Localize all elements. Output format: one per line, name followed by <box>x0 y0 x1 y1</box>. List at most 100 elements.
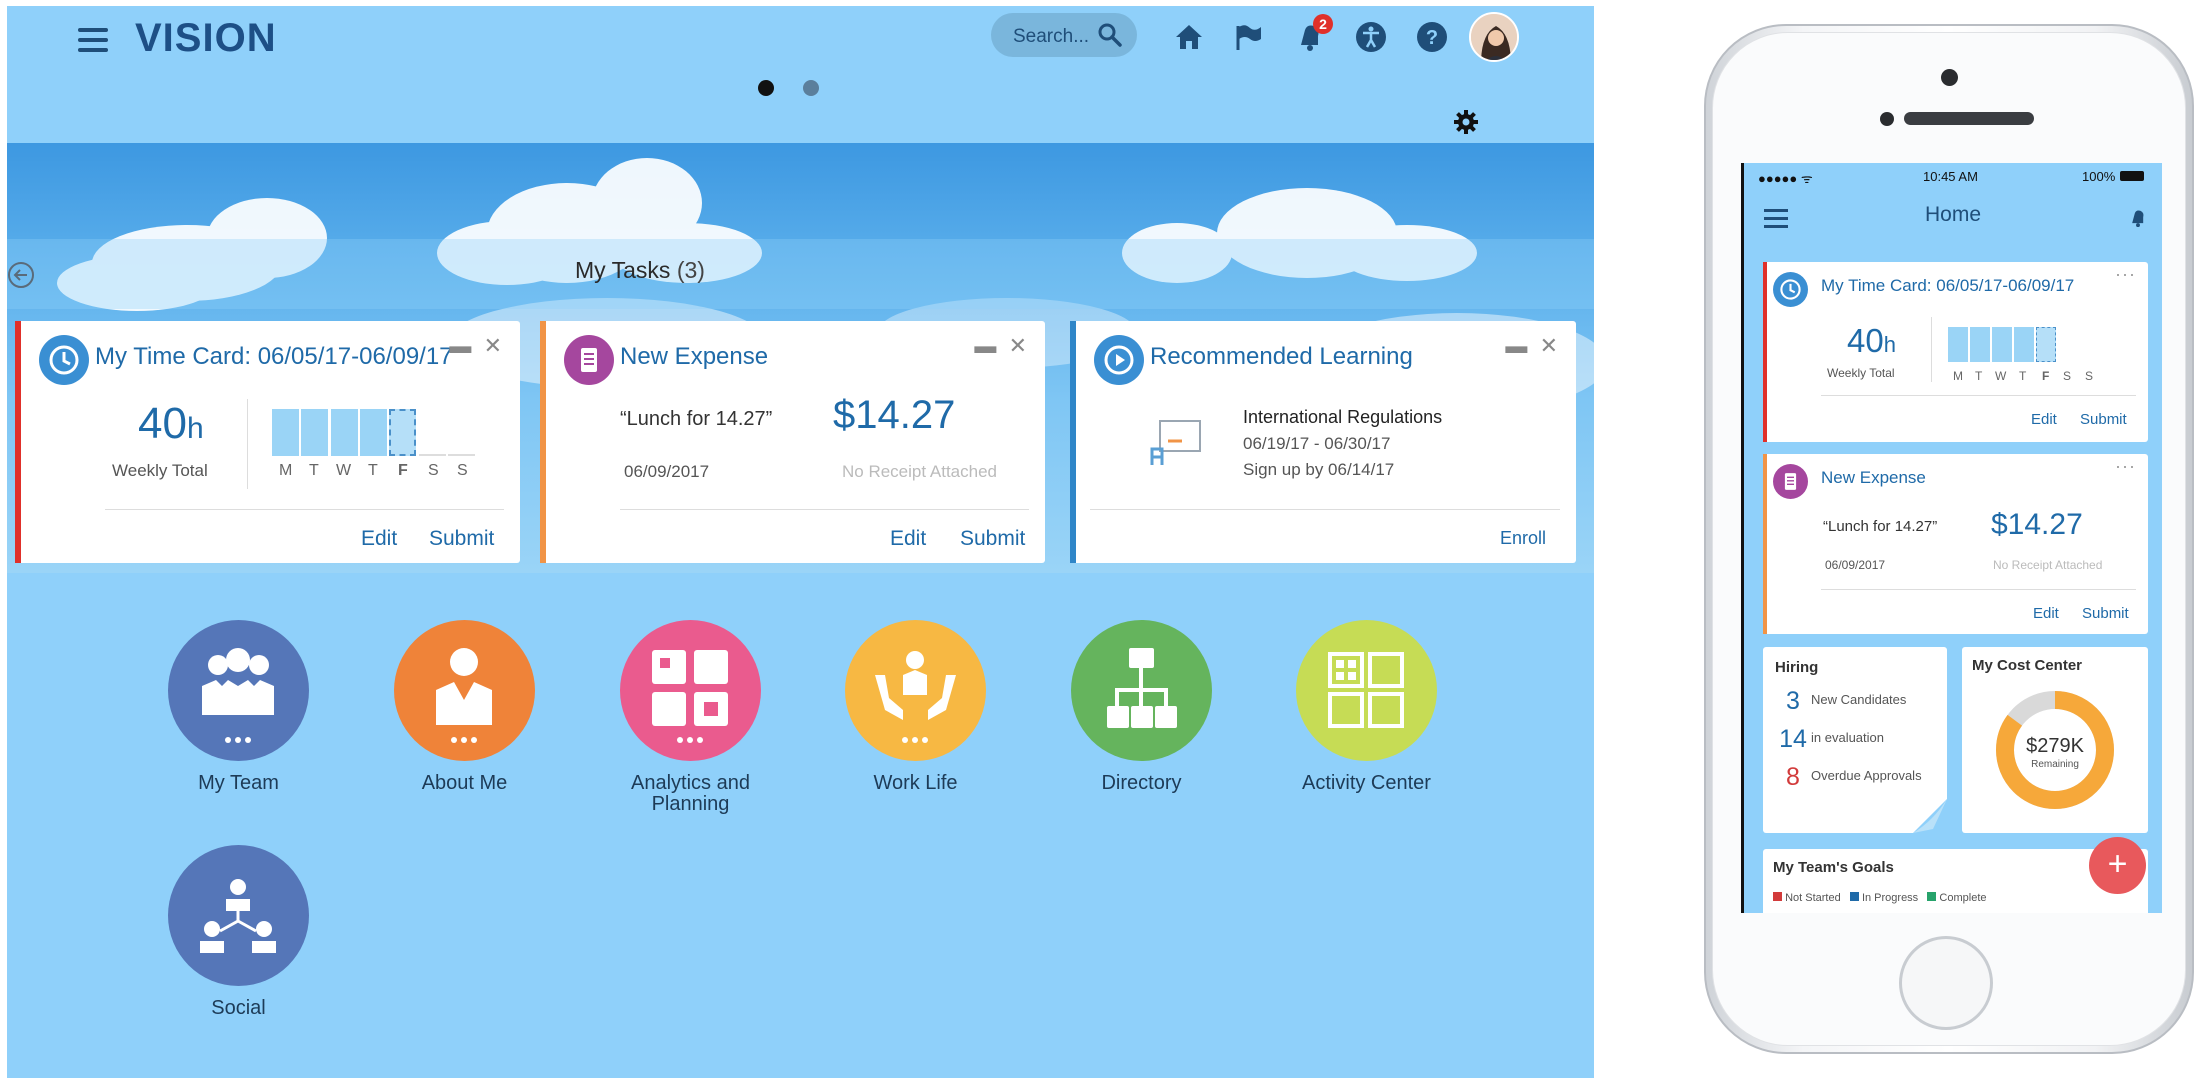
gear-icon[interactable] <box>1453 109 1479 135</box>
phone-expense-card[interactable]: New Expense ··· “Lunch for 14.27” $14.27… <box>1763 454 2148 634</box>
close-icon[interactable]: ✕ <box>1540 333 1558 358</box>
expense-description: “Lunch for 14.27” <box>620 408 773 430</box>
day-bar[interactable] <box>360 409 387 456</box>
page-indicator <box>758 80 848 101</box>
launcher-activity-center[interactable]: Activity Center <box>1296 620 1437 794</box>
phone-time-card[interactable]: My Time Card: 06/05/17-06/09/17 ··· 40h … <box>1763 262 2148 442</box>
home-button[interactable] <box>1899 936 1993 1030</box>
day-bar[interactable] <box>272 409 299 456</box>
day-bar[interactable] <box>331 409 358 456</box>
launcher-directory[interactable]: Directory <box>1071 620 1212 794</box>
course-signup-deadline: Sign up by 06/14/17 <box>1243 460 1395 479</box>
folder-icon[interactable]: ▬ <box>449 333 471 358</box>
hiring-value: 8 <box>1786 763 1800 791</box>
expense-submit-button[interactable]: Submit <box>960 527 1025 551</box>
page-dot-active[interactable] <box>758 80 774 96</box>
day-bar-current[interactable] <box>389 409 416 456</box>
more-options-icon[interactable]: ··· <box>2115 264 2136 285</box>
front-camera-icon <box>1941 69 1958 86</box>
hiring-row[interactable]: 14 in evaluation <box>1775 725 1884 754</box>
expense-amount: $14.27 <box>833 393 956 437</box>
notifications-button[interactable]: 2 <box>1293 14 1333 54</box>
my-tasks-count: (3) <box>676 257 705 283</box>
add-button[interactable]: + <box>2089 837 2146 894</box>
about-me-tile[interactable] <box>394 620 535 761</box>
activity-center-tile[interactable] <box>1296 620 1437 761</box>
expense-card[interactable]: New Expense ▬ ✕ “Lunch for 14.27” $14.27… <box>540 321 1045 563</box>
folder-icon[interactable]: ▬ <box>974 333 996 358</box>
status-time: 10:45 AM <box>1923 169 1978 184</box>
time-card-title[interactable]: My Time Card: 06/05/17-06/09/17 <box>95 343 453 371</box>
launcher-about-me[interactable]: About Me <box>394 620 535 794</box>
user-avatar[interactable] <box>1469 12 1519 62</box>
folder-icon[interactable]: ▬ <box>1505 333 1527 358</box>
day-bar-current[interactable] <box>2036 327 2056 362</box>
more-options-icon[interactable]: ··· <box>2115 456 2136 477</box>
day-bar[interactable] <box>301 409 328 456</box>
phone-time-card-title[interactable]: My Time Card: 06/05/17-06/09/17 <box>1821 276 2074 296</box>
phone-edit-button[interactable]: Edit <box>2031 411 2057 428</box>
hiring-value: 14 <box>1779 725 1807 753</box>
my-team-tile[interactable] <box>168 620 309 761</box>
day-bar[interactable] <box>1970 327 1990 362</box>
time-card-edit-button[interactable]: Edit <box>361 527 397 551</box>
learning-card[interactable]: Recommended Learning ▬ ✕ International R… <box>1070 321 1576 563</box>
day-bar[interactable] <box>2014 327 2034 362</box>
legend-label: Complete <box>1939 892 1987 904</box>
hiring-widget[interactable]: Hiring 3 New Candidates 14 in evaluation 8… <box>1763 647 1947 833</box>
expense-card-title[interactable]: New Expense <box>620 343 768 371</box>
launcher-social[interactable]: Social <box>168 845 309 1019</box>
phone-bell-icon[interactable] <box>2127 207 2149 229</box>
back-arrow-icon[interactable] <box>7 261 35 289</box>
expense-edit-button[interactable]: Edit <box>890 527 926 551</box>
hiring-row[interactable]: 3 New Candidates <box>1775 687 1906 716</box>
phone-submit-button[interactable]: Submit <box>2080 411 2127 428</box>
phone-expense-edit-button[interactable]: Edit <box>2033 605 2059 622</box>
day-bar[interactable] <box>1948 327 1968 362</box>
notification-badge: 2 <box>1313 14 1333 34</box>
accessibility-icon[interactable] <box>1354 20 1388 54</box>
launcher-work-life[interactable]: Work Life <box>845 620 986 794</box>
course-title[interactable]: International Regulations <box>1243 407 1442 428</box>
team-goals-title: My Team's Goals <box>1773 859 1894 876</box>
directory-tile[interactable] <box>1071 620 1212 761</box>
day-label: W <box>336 462 352 479</box>
search-box[interactable]: Search... <box>991 13 1137 57</box>
launcher-my-team[interactable]: My Team <box>168 620 309 794</box>
expense-card-tools: ▬ ✕ <box>974 333 1027 359</box>
time-card-accent <box>15 321 21 563</box>
hands-icon <box>875 651 956 743</box>
social-tile[interactable] <box>168 845 309 986</box>
close-icon[interactable]: ✕ <box>484 333 502 358</box>
hiring-row[interactable]: 8 Overdue Approvals <box>1775 763 1922 792</box>
phone-expense-submit-button[interactable]: Submit <box>2082 605 2129 622</box>
day-bar[interactable] <box>1992 327 2012 362</box>
phone-expense-title[interactable]: New Expense <box>1821 468 1926 488</box>
phone-weekly-total-label: Weekly Total <box>1827 366 1895 380</box>
flag-icon[interactable] <box>1232 20 1266 54</box>
clock-icon <box>1773 272 1808 307</box>
launcher-label: Social <box>211 997 266 1019</box>
day-label: M <box>1953 369 1963 383</box>
work-life-tile[interactable] <box>845 620 986 761</box>
cost-center-widget[interactable]: My Cost Center $279K Remaining <box>1962 647 2148 833</box>
cost-center-amount: $279K <box>2026 735 2084 757</box>
help-icon[interactable]: ? <box>1415 20 1449 54</box>
time-card[interactable]: My Time Card: 06/05/17-06/09/17 ▬ ✕ 40h … <box>15 321 520 563</box>
close-icon[interactable]: ✕ <box>1009 333 1027 358</box>
menu-icon[interactable] <box>78 28 108 52</box>
search-icon[interactable] <box>1097 22 1123 48</box>
enroll-button[interactable]: Enroll <box>1500 528 1546 549</box>
analytics-planning-tile[interactable] <box>620 620 761 761</box>
phone-time-card-divider <box>1821 395 2136 396</box>
legend-label: In Progress <box>1861 892 1919 904</box>
time-card-submit-button[interactable]: Submit <box>429 527 494 551</box>
home-icon[interactable] <box>1172 20 1206 54</box>
launcher-label: Work Life <box>873 772 958 794</box>
day-label: T <box>309 462 319 479</box>
launcher-analytics-planning[interactable]: Analytics and Planning <box>620 620 761 815</box>
time-card-divider <box>105 509 504 510</box>
page-dot[interactable] <box>803 80 819 96</box>
expense-card-divider <box>620 509 1029 510</box>
learning-card-title[interactable]: Recommended Learning <box>1150 343 1413 371</box>
